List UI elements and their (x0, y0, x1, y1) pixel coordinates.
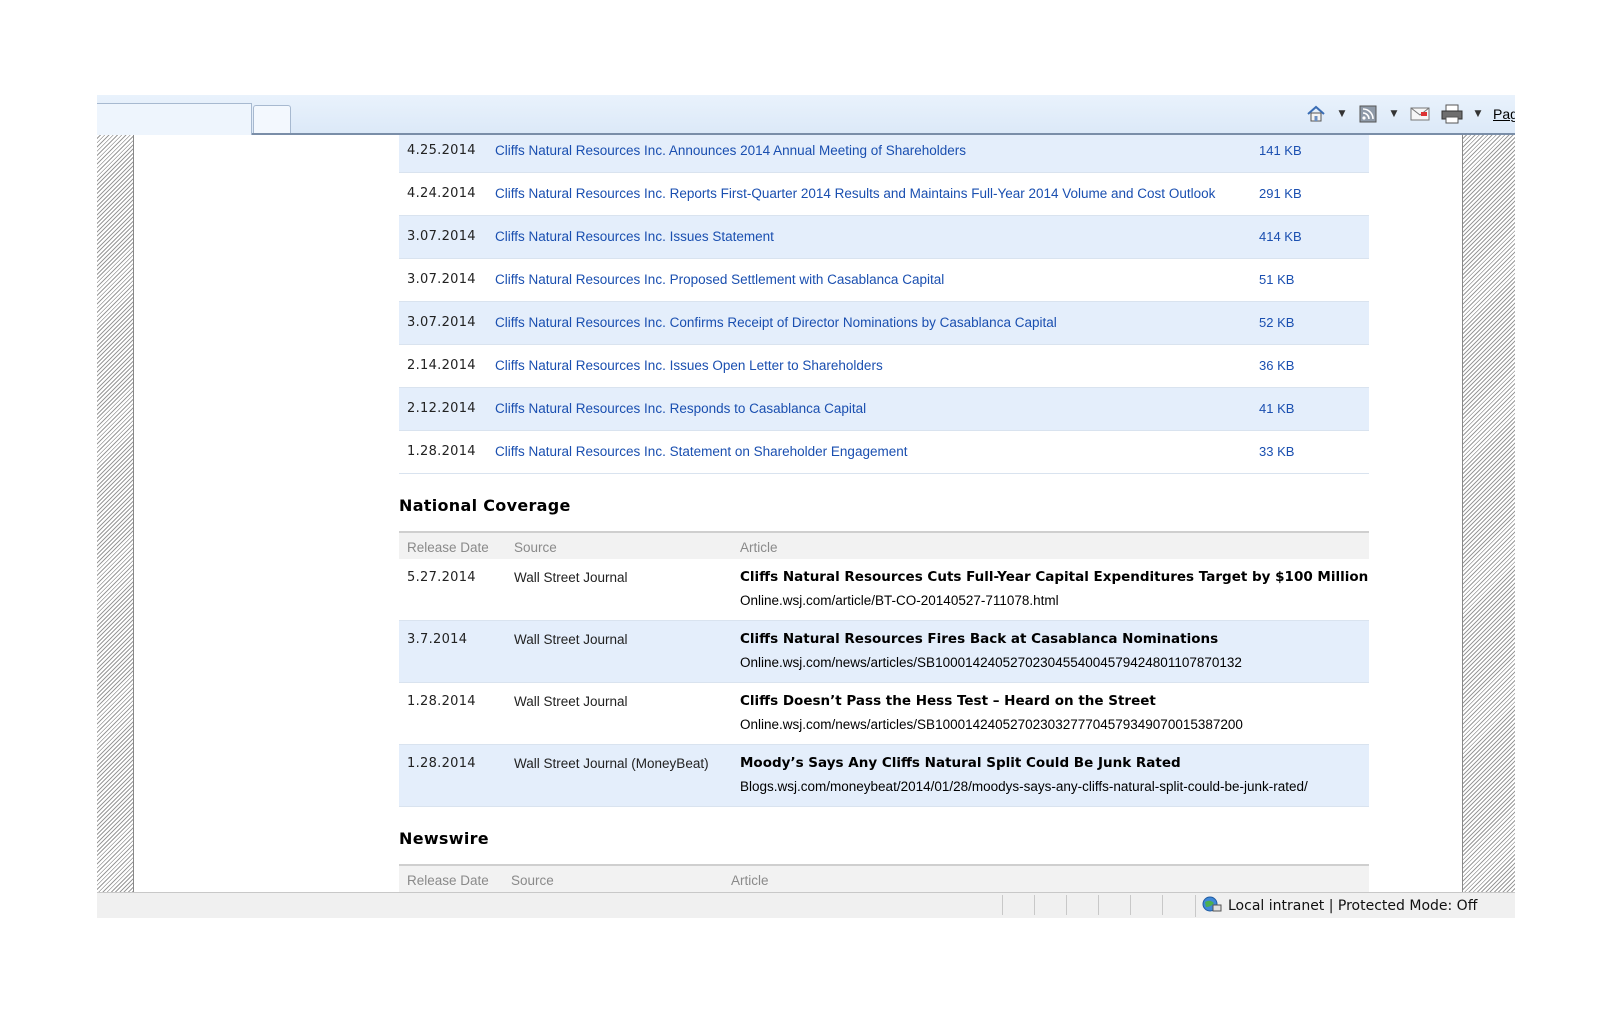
release-date: 4.25.2014 (399, 135, 495, 173)
release-file-size[interactable]: 291 KB (1259, 172, 1369, 216)
read-mail-icon[interactable] (1409, 103, 1431, 125)
coverage-date: 1.28.2014 (399, 682, 506, 745)
right-margin (1462, 135, 1515, 908)
coverage-article: Cliffs Natural Resources Fires Back at C… (732, 620, 1369, 683)
column-header-source: Source (503, 865, 723, 892)
print-dropdown-icon[interactable]: ▼ (1473, 109, 1483, 119)
national-coverage-heading: National Coverage (399, 496, 571, 515)
release-file-size[interactable]: 414 KB (1259, 215, 1369, 259)
column-header-source: Source (506, 532, 732, 559)
release-title-link[interactable]: Cliffs Natural Resources Inc. Responds t… (495, 401, 866, 416)
coverage-source: Wall Street Journal (506, 682, 732, 745)
release-title-link[interactable]: Cliffs Natural Resources Inc. Statement … (495, 444, 907, 459)
release-title-cell: Cliffs Natural Resources Inc. Confirms R… (495, 301, 1259, 345)
press-release-row: 3.07.2014 Cliffs Natural Resources Inc. I… (399, 215, 1369, 259)
release-file-size[interactable]: 52 KB (1259, 301, 1369, 345)
press-release-row: 2.12.2014 Cliffs Natural Resources Inc. R… (399, 387, 1369, 431)
home-dropdown-icon[interactable]: ▼ (1337, 109, 1347, 119)
page-viewport[interactable]: 4.25.2014 Cliffs Natural Resources Inc. A… (97, 135, 1515, 908)
press-release-row: 4.24.2014 Cliffs Natural Resources Inc. R… (399, 172, 1369, 216)
release-title-link[interactable]: Cliffs Natural Resources Inc. Issues Sta… (495, 229, 774, 244)
page-menu[interactable]: Pag (1493, 106, 1515, 122)
press-release-row: 3.07.2014 Cliffs Natural Resources Inc. P… (399, 258, 1369, 302)
release-title-cell: Cliffs Natural Resources Inc. Responds t… (495, 387, 1259, 431)
column-header-release-date: Release Date (399, 532, 506, 559)
status-bar: Local intranet | Protected Mode: Off (97, 892, 1515, 918)
release-date: 1.28.2014 (399, 430, 495, 474)
coverage-source: Wall Street Journal (506, 559, 732, 621)
coverage-row: 1.28.2014 Wall Street Journal (MoneyBeat)… (399, 744, 1369, 807)
article-headline[interactable]: Cliffs Natural Resources Fires Back at C… (740, 628, 1369, 651)
coverage-source: Wall Street Journal (506, 620, 732, 683)
article-url[interactable]: Online.wsj.com/article/BT-CO-20140527-71… (740, 589, 1369, 612)
release-date: 2.14.2014 (399, 344, 495, 388)
coverage-article: Cliffs Natural Resources Cuts Full-Year … (732, 559, 1369, 621)
status-panes (1002, 895, 1194, 915)
release-file-size[interactable]: 41 KB (1259, 387, 1369, 431)
column-header-release-date: Release Date (399, 865, 503, 892)
release-title-link[interactable]: Cliffs Natural Resources Inc. Issues Ope… (495, 358, 883, 373)
press-release-table: 4.25.2014 Cliffs Natural Resources Inc. A… (399, 135, 1369, 474)
national-coverage-table: Release Date Source Article 5.27.2014 Wal… (399, 531, 1369, 807)
release-file-size[interactable]: 36 KB (1259, 344, 1369, 388)
feeds-dropdown-icon[interactable]: ▼ (1389, 109, 1399, 119)
release-date: 4.24.2014 (399, 172, 495, 216)
left-margin (97, 135, 134, 908)
security-zone-text: Local intranet | Protected Mode: Off (1228, 898, 1478, 914)
coverage-source: Wall Street Journal (MoneyBeat) (506, 744, 732, 807)
coverage-article: Moody’s Says Any Cliffs Natural Split Co… (732, 744, 1369, 807)
column-header-article: Article (732, 532, 1369, 559)
article-headline[interactable]: Moody’s Says Any Cliffs Natural Split Co… (740, 752, 1369, 775)
coverage-date: 1.28.2014 (399, 744, 506, 807)
coverage-article: Cliffs Doesn’t Pass the Hess Test – Hear… (732, 682, 1369, 745)
release-file-size[interactable]: 141 KB (1259, 135, 1369, 173)
security-zone[interactable]: Local intranet | Protected Mode: Off (1195, 895, 1477, 917)
release-title-cell: Cliffs Natural Resources Inc. Reports Fi… (495, 172, 1259, 216)
article-headline[interactable]: Cliffs Doesn’t Pass the Hess Test – Hear… (740, 690, 1369, 713)
print-icon[interactable] (1441, 103, 1463, 125)
article-url[interactable]: Blogs.wsj.com/moneybeat/2014/01/28/moody… (740, 775, 1369, 798)
release-title-link[interactable]: Cliffs Natural Resources Inc. Proposed S… (495, 272, 944, 287)
home-icon[interactable] (1305, 103, 1327, 125)
command-bar-buttons: ▼ ▼ ▼ Pag (1305, 101, 1515, 127)
browser-window: ▼ ▼ ▼ Pag 4.25.2014 Cliffs Natural Resour… (97, 95, 1515, 935)
coverage-date: 5.27.2014 (399, 559, 506, 621)
article-url[interactable]: Online.wsj.com/news/articles/SB100014240… (740, 651, 1369, 674)
release-title-link[interactable]: Cliffs Natural Resources Inc. Reports Fi… (495, 186, 1215, 201)
press-release-row: 2.14.2014 Cliffs Natural Resources Inc. I… (399, 344, 1369, 388)
release-date: 3.07.2014 (399, 215, 495, 259)
release-date: 3.07.2014 (399, 258, 495, 302)
release-file-size[interactable]: 51 KB (1259, 258, 1369, 302)
page-content: 4.25.2014 Cliffs Natural Resources Inc. A… (399, 135, 1369, 908)
coverage-date: 3.7.2014 (399, 620, 506, 683)
new-tab-button[interactable] (253, 105, 291, 133)
column-header-article: Article (723, 865, 1369, 892)
newswire-heading: Newswire (399, 829, 489, 848)
release-date: 2.12.2014 (399, 387, 495, 431)
article-url[interactable]: Online.wsj.com/news/articles/SB100014240… (740, 713, 1369, 736)
coverage-row: 5.27.2014 Wall Street Journal Cliffs Natur… (399, 559, 1369, 621)
article-headline[interactable]: Cliffs Natural Resources Cuts Full-Year … (740, 566, 1369, 589)
feeds-icon[interactable] (1357, 103, 1379, 125)
release-title-cell: Cliffs Natural Resources Inc. Announces … (495, 135, 1259, 173)
release-date: 3.07.2014 (399, 301, 495, 345)
release-title-cell: Cliffs Natural Resources Inc. Issues Sta… (495, 215, 1259, 259)
release-title-cell: Cliffs Natural Resources Inc. Issues Ope… (495, 344, 1259, 388)
press-release-row: 4.25.2014 Cliffs Natural Resources Inc. A… (399, 135, 1369, 173)
release-title-link[interactable]: Cliffs Natural Resources Inc. Announces … (495, 143, 966, 158)
coverage-row: 1.28.2014 Wall Street Journal Cliffs Doesn… (399, 682, 1369, 745)
command-bar: ▼ ▼ ▼ Pag (97, 95, 1515, 135)
release-title-cell: Cliffs Natural Resources Inc. Proposed S… (495, 258, 1259, 302)
release-file-size[interactable]: 33 KB (1259, 430, 1369, 474)
press-release-row: 3.07.2014 Cliffs Natural Resources Inc. C… (399, 301, 1369, 345)
release-title-link[interactable]: Cliffs Natural Resources Inc. Confirms R… (495, 315, 1057, 330)
release-title-cell: Cliffs Natural Resources Inc. Statement … (495, 430, 1259, 474)
intranet-globe-icon (1202, 895, 1222, 917)
press-release-row: 1.28.2014 Cliffs Natural Resources Inc. S… (399, 430, 1369, 474)
coverage-row: 3.7.2014 Wall Street Journal Cliffs Natura… (399, 620, 1369, 683)
browser-tab[interactable] (97, 103, 252, 135)
